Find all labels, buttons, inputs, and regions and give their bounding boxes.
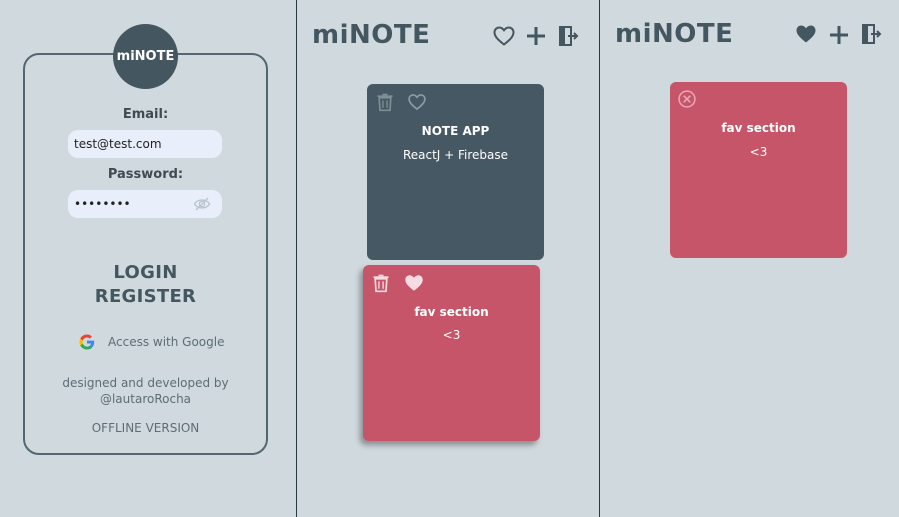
favorite-note-card[interactable]: fav section <3 bbox=[670, 82, 847, 258]
note-title: NOTE APP bbox=[421, 124, 490, 138]
password-value: •••••••• bbox=[74, 197, 131, 211]
email-field[interactable]: test@test.com bbox=[68, 130, 222, 158]
credit-line-1: designed and developed by bbox=[62, 376, 229, 390]
heart-icon[interactable] bbox=[492, 24, 516, 48]
heart-icon[interactable] bbox=[407, 92, 427, 112]
notes-panel: miNOTE NOTE APP ReactJ + Firebase fav se… bbox=[296, 0, 598, 517]
trash-icon[interactable] bbox=[371, 273, 391, 293]
offline-version-label: OFFLINE VERSION bbox=[91, 421, 200, 435]
note-body: ReactJ + Firebase bbox=[402, 148, 509, 162]
google-login-label: Access with Google bbox=[108, 335, 225, 349]
register-button[interactable]: REGISTER bbox=[23, 286, 268, 307]
password-label: Password: bbox=[107, 167, 184, 182]
login-panel: miNOTE Email: test@test.com Password: ••… bbox=[0, 0, 295, 517]
logout-icon[interactable] bbox=[556, 24, 580, 48]
eye-off-icon[interactable] bbox=[192, 195, 212, 213]
favorites-panel: miNOTE fav section <3 bbox=[599, 0, 899, 517]
app-logo: miNOTE bbox=[113, 24, 178, 89]
note-card[interactable]: NOTE APP ReactJ + Firebase bbox=[367, 84, 544, 260]
note-body: <3 bbox=[749, 145, 768, 159]
logout-icon[interactable] bbox=[859, 22, 883, 46]
login-button[interactable]: LOGIN bbox=[23, 262, 268, 283]
email-label: Email: bbox=[122, 107, 169, 122]
plus-icon[interactable] bbox=[524, 24, 548, 48]
google-login-button[interactable]: Access with Google bbox=[78, 332, 224, 352]
credit-author: @lautaroRocha bbox=[99, 392, 192, 406]
google-icon bbox=[79, 334, 95, 350]
note-title: fav section bbox=[721, 121, 796, 135]
close-circle-icon[interactable] bbox=[677, 89, 697, 109]
heart-filled-icon[interactable] bbox=[794, 22, 818, 46]
app-title: miNOTE bbox=[312, 20, 431, 50]
password-field[interactable]: •••••••• bbox=[68, 190, 222, 218]
app-title: miNOTE bbox=[615, 19, 734, 49]
note-card[interactable]: fav section <3 bbox=[363, 265, 540, 441]
note-body: <3 bbox=[442, 328, 461, 342]
plus-icon[interactable] bbox=[827, 23, 851, 47]
note-title: fav section bbox=[414, 305, 489, 319]
heart-filled-icon[interactable] bbox=[403, 272, 425, 294]
trash-icon[interactable] bbox=[375, 92, 395, 112]
